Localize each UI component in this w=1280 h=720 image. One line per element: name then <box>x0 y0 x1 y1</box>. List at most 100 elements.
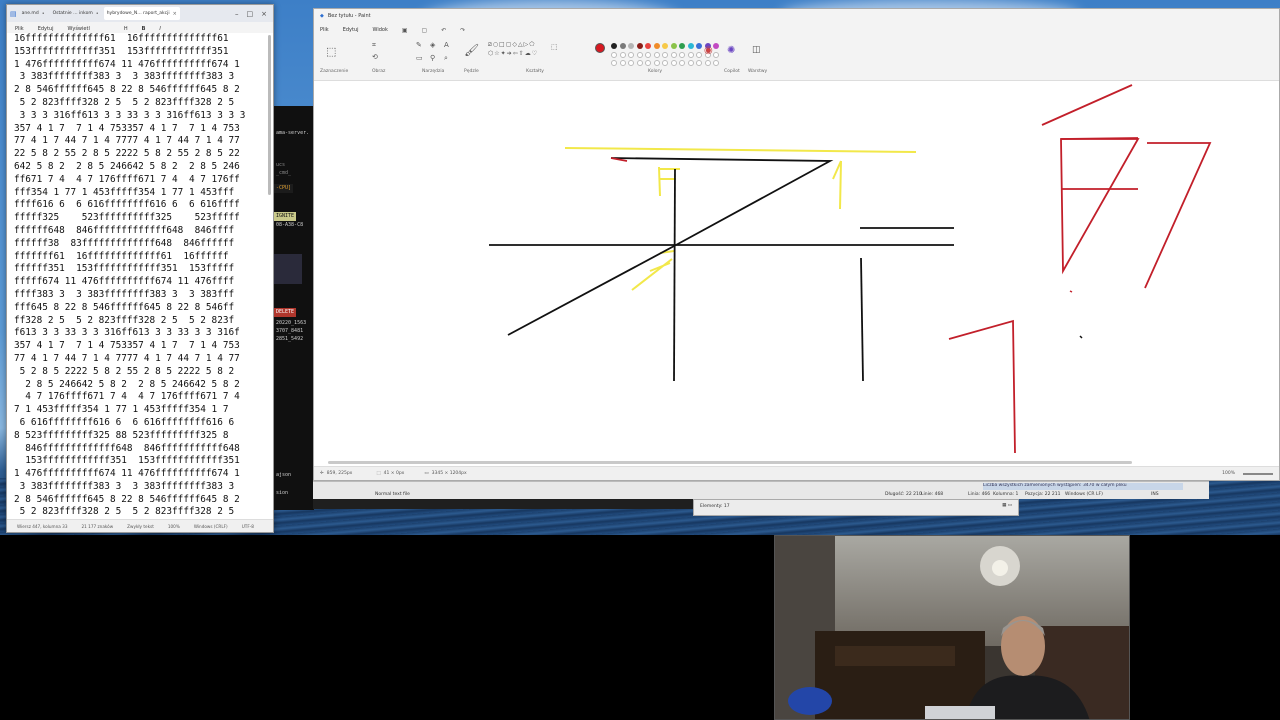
color-swatch[interactable] <box>713 43 719 49</box>
empty-color-swatch[interactable] <box>662 52 668 58</box>
pencil-icon[interactable]: ✎ <box>416 41 422 49</box>
empty-color-swatch[interactable] <box>611 52 617 58</box>
paint-ribbon: ⬚ ⌗ ⟲ ✎ ◈ A ▭ ⚲ ⌕ 🖌 ⧄○□▢◇△▷⬠ ⬡☆✦➔⇦⇧☁♡ ⬚ … <box>314 37 1279 81</box>
black-stroke <box>610 157 834 246</box>
close-icon[interactable]: • <box>96 11 99 17</box>
shapes-gallery-icon[interactable]: ⧄○□▢◇△▷⬠ <box>488 41 535 49</box>
empty-color-swatch[interactable] <box>696 60 702 66</box>
empty-color-swatch[interactable] <box>679 60 685 66</box>
redo-icon[interactable]: ↷ <box>460 27 465 34</box>
color-swatch[interactable] <box>670 43 677 49</box>
cursor-position: 859, 225px <box>326 471 353 476</box>
empty-color-swatch[interactable] <box>619 60 626 66</box>
empty-color-swatch[interactable] <box>670 52 677 58</box>
open-icon[interactable]: ▢ <box>422 27 428 34</box>
notepad-tab[interactable]: ane.md • <box>19 7 48 20</box>
empty-color-swatch[interactable] <box>636 60 643 66</box>
empty-color-swatch[interactable] <box>645 52 651 58</box>
selection-icon[interactable]: ⬚ <box>326 45 336 58</box>
color-swatch[interactable] <box>687 43 694 49</box>
text-icon[interactable]: A <box>444 41 449 49</box>
menu-view[interactable]: Widok <box>373 27 388 33</box>
eraser-icon[interactable]: ▭ <box>416 54 423 62</box>
empty-color-swatch[interactable] <box>611 60 617 66</box>
text-line: 1 476ffffffffff674 11 476ffffffffff674 1 <box>14 58 240 70</box>
color-swatch[interactable] <box>636 43 643 49</box>
terminal-tag-cpu: -CPU] <box>274 184 294 193</box>
paint-window[interactable]: ◆ Bez tytułu - Paint Plik Edytuj Widok ▣… <box>313 8 1280 481</box>
menu-view[interactable]: Wyświetl <box>68 26 90 32</box>
canvas-size: 3345 × 1204px <box>431 471 467 476</box>
file-type: Normal text file <box>375 492 410 497</box>
fill-icon[interactable]: ◈ <box>430 41 435 49</box>
maximize-icon[interactable]: □ <box>247 10 254 18</box>
empty-color-swatch[interactable] <box>687 52 694 58</box>
empty-color-swatch[interactable] <box>662 60 668 66</box>
italic-icon[interactable]: I <box>159 26 160 32</box>
color-swatch[interactable] <box>679 43 685 49</box>
notepad-text-area[interactable]: 16ffffffffffffff61 16ffffffffffffff61 153… <box>7 33 273 521</box>
outline-icon[interactable]: ⬚ <box>551 43 558 51</box>
view-icon[interactable]: ▦ ▭ <box>1002 503 1012 508</box>
empty-color-swatch[interactable] <box>628 60 634 66</box>
crop-icon[interactable]: ⌗ <box>372 41 376 50</box>
empty-color-swatch[interactable] <box>679 52 685 58</box>
color-swatch[interactable] <box>628 43 634 49</box>
menu-edit[interactable]: Edytuj <box>343 27 359 33</box>
empty-color-swatch[interactable] <box>704 60 711 66</box>
color-swatch[interactable] <box>619 43 626 49</box>
empty-color-swatch[interactable] <box>713 52 719 58</box>
shapes-gallery-row2-icon[interactable]: ⬡☆✦➔⇦⇧☁♡ <box>488 50 538 57</box>
text-line: 77 4 1 7 44 7 1 4 7777 4 1 7 44 7 1 4 77 <box>14 352 240 364</box>
text-line: 5 2 823ffff328 2 5 5 2 823ffff328 2 5 <box>14 96 235 108</box>
minimize-icon[interactable]: – <box>235 10 239 18</box>
layers-icon[interactable]: ◫ <box>752 45 761 55</box>
terminal-line: ajson <box>276 472 292 478</box>
menu-edit[interactable]: Edytuj <box>38 26 54 32</box>
horizontal-scrollbar[interactable] <box>328 461 1132 464</box>
close-icon[interactable]: × <box>173 11 177 17</box>
empty-color-swatch[interactable] <box>628 52 634 58</box>
empty-color-swatch[interactable] <box>670 60 677 66</box>
empty-color-swatch[interactable] <box>713 60 719 66</box>
text-line: 642 5 8 2 2 8 5 246642 5 8 2 2 8 5 246 <box>14 160 240 172</box>
empty-color-swatch[interactable] <box>687 60 694 66</box>
empty-color-swatch[interactable] <box>619 52 626 58</box>
terminal-window[interactable]: ama-server. ucs _cmd_ -CPU] IGNITE 08-A3… <box>274 106 314 510</box>
empty-color-swatch[interactable] <box>653 60 660 66</box>
empty-color-swatch[interactable] <box>636 52 643 58</box>
empty-color-swatch[interactable] <box>653 52 660 58</box>
text-line: 846fffffffffffff648 846fffffffffff648 <box>14 442 240 454</box>
menu-file[interactable]: Plik <box>15 26 24 32</box>
active-color-swatch[interactable] <box>595 43 605 53</box>
empty-color-swatch[interactable] <box>696 52 702 58</box>
save-icon[interactable]: ▣ <box>402 27 408 34</box>
color-swatch[interactable] <box>645 43 651 49</box>
color-swatch[interactable] <box>611 43 617 49</box>
menu-file[interactable]: Plik <box>320 27 329 33</box>
heading-icon[interactable]: H <box>124 26 128 32</box>
edit-colors-icon[interactable]: ◉ <box>704 45 713 56</box>
color-picker-icon[interactable]: ⚲ <box>430 54 435 62</box>
editor-length: Długość: 22 210 <box>885 492 922 497</box>
paint-canvas[interactable] <box>314 81 1279 467</box>
bold-icon[interactable]: B <box>142 26 146 32</box>
color-swatch[interactable] <box>662 43 668 49</box>
close-icon[interactable]: • <box>42 11 45 17</box>
empty-color-swatch[interactable] <box>645 60 651 66</box>
color-swatch[interactable] <box>696 43 702 49</box>
scrollbar[interactable] <box>268 35 271 195</box>
selection-size: 41 × 0px <box>383 471 405 476</box>
zoom-level[interactable]: 100% <box>1222 471 1235 476</box>
copilot-icon[interactable]: ✺ <box>727 45 735 56</box>
notepad-tab[interactable]: Ostatnie … inkom • <box>50 7 102 20</box>
close-window-icon[interactable]: × <box>261 10 267 18</box>
brush-icon[interactable]: 🖌 <box>464 43 479 57</box>
zoom-slider[interactable] <box>1243 472 1273 475</box>
color-swatch[interactable] <box>653 43 660 49</box>
undo-icon[interactable]: ↶ <box>441 27 446 34</box>
notepad-window[interactable]: ▤ ane.md • Ostatnie … inkom • hybrydowe_N…… <box>6 4 274 533</box>
notepad-tab-active[interactable]: hybrydowe_N… raport_akcji × <box>103 7 180 20</box>
rotate-icon[interactable]: ⟲ <box>372 53 378 61</box>
magnifier-icon[interactable]: ⌕ <box>444 54 448 63</box>
